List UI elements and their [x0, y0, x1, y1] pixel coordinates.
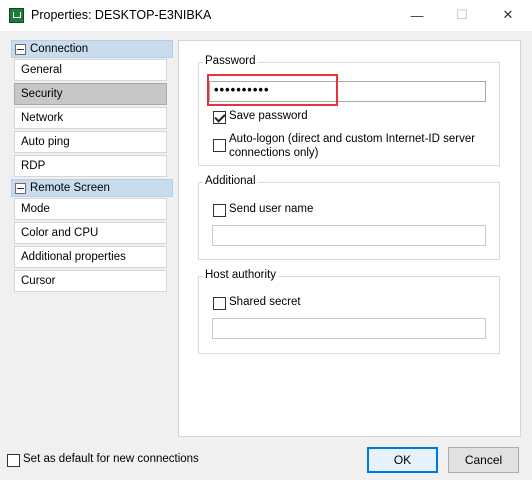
sidebar-item-label: General — [21, 64, 62, 76]
sidebar-item-label: Cursor — [21, 275, 56, 287]
maximize-button: ☐ — [439, 0, 485, 30]
host-authority-group-title: Host authority — [203, 269, 278, 281]
sidebar-item-label: Security — [21, 88, 63, 100]
cancel-button[interactable]: Cancel — [448, 447, 519, 473]
set-default-label: Set as default for new connections — [23, 453, 199, 465]
maximize-icon: ☐ — [456, 7, 468, 22]
auto-logon-label-line2: connections only) — [229, 147, 319, 159]
user-name-input[interactable] — [212, 225, 486, 246]
shared-secret-input[interactable] — [212, 318, 486, 339]
minimize-button[interactable]: — — [394, 0, 440, 30]
sidebar-item-label: Mode — [21, 203, 50, 215]
group-label-connection: Connection — [30, 43, 89, 55]
close-icon: ✕ — [502, 7, 514, 22]
sidebar-item-rdp[interactable]: RDP — [14, 155, 167, 177]
password-highlight-box — [207, 74, 338, 106]
host-authority-groupbox — [198, 276, 500, 354]
shared-secret-label: Shared secret — [229, 296, 301, 308]
sidebar-item-network[interactable]: Network — [14, 107, 167, 129]
sidebar-item-label: RDP — [21, 160, 46, 172]
sidebar-item-label: Network — [21, 112, 64, 124]
sidebar-item-auto-ping[interactable]: Auto ping — [14, 131, 167, 153]
auto-logon-label-line1: Auto-logon (direct and custom Internet-I… — [229, 133, 476, 145]
close-button[interactable]: ✕ — [485, 0, 531, 30]
set-default-checkbox[interactable] — [7, 454, 20, 467]
sidebar-item-label: Color and CPU — [21, 227, 99, 239]
sidebar-item-mode[interactable]: Mode — [14, 198, 167, 220]
additional-group-title: Additional — [203, 175, 258, 187]
auto-logon-checkbox[interactable] — [213, 139, 226, 152]
save-password-checkbox[interactable] — [213, 111, 226, 124]
sidebar-item-general[interactable]: General — [14, 59, 167, 81]
sidebar-item-security[interactable]: Security — [14, 83, 167, 105]
sidebar-item-color-and-cpu[interactable]: Color and CPU — [14, 222, 167, 244]
minimize-icon: — — [410, 7, 424, 23]
collapse-icon[interactable] — [15, 43, 26, 55]
sidebar-item-additional-properties[interactable]: Additional properties — [14, 246, 167, 268]
shared-secret-checkbox[interactable] — [213, 297, 226, 310]
save-password-label: Save password — [229, 110, 308, 122]
sidebar-item-label: Additional properties — [21, 251, 126, 263]
ok-button[interactable]: OK — [367, 447, 438, 473]
group-header-remote-screen[interactable]: Remote Screen — [11, 179, 173, 197]
group-header-connection[interactable]: Connection — [11, 40, 173, 58]
collapse-icon[interactable] — [15, 182, 26, 194]
additional-groupbox — [198, 182, 500, 260]
group-label-remote-screen: Remote Screen — [30, 182, 110, 194]
window-title: Properties: DESKTOP-E3NIBKA — [31, 8, 212, 22]
password-group-title: Password — [203, 55, 258, 67]
send-user-name-checkbox[interactable] — [213, 204, 226, 217]
sidebar-item-label: Auto ping — [21, 136, 70, 148]
sidebar-item-cursor[interactable]: Cursor — [14, 270, 167, 292]
send-user-name-label: Send user name — [229, 203, 314, 215]
app-icon — [9, 8, 24, 23]
